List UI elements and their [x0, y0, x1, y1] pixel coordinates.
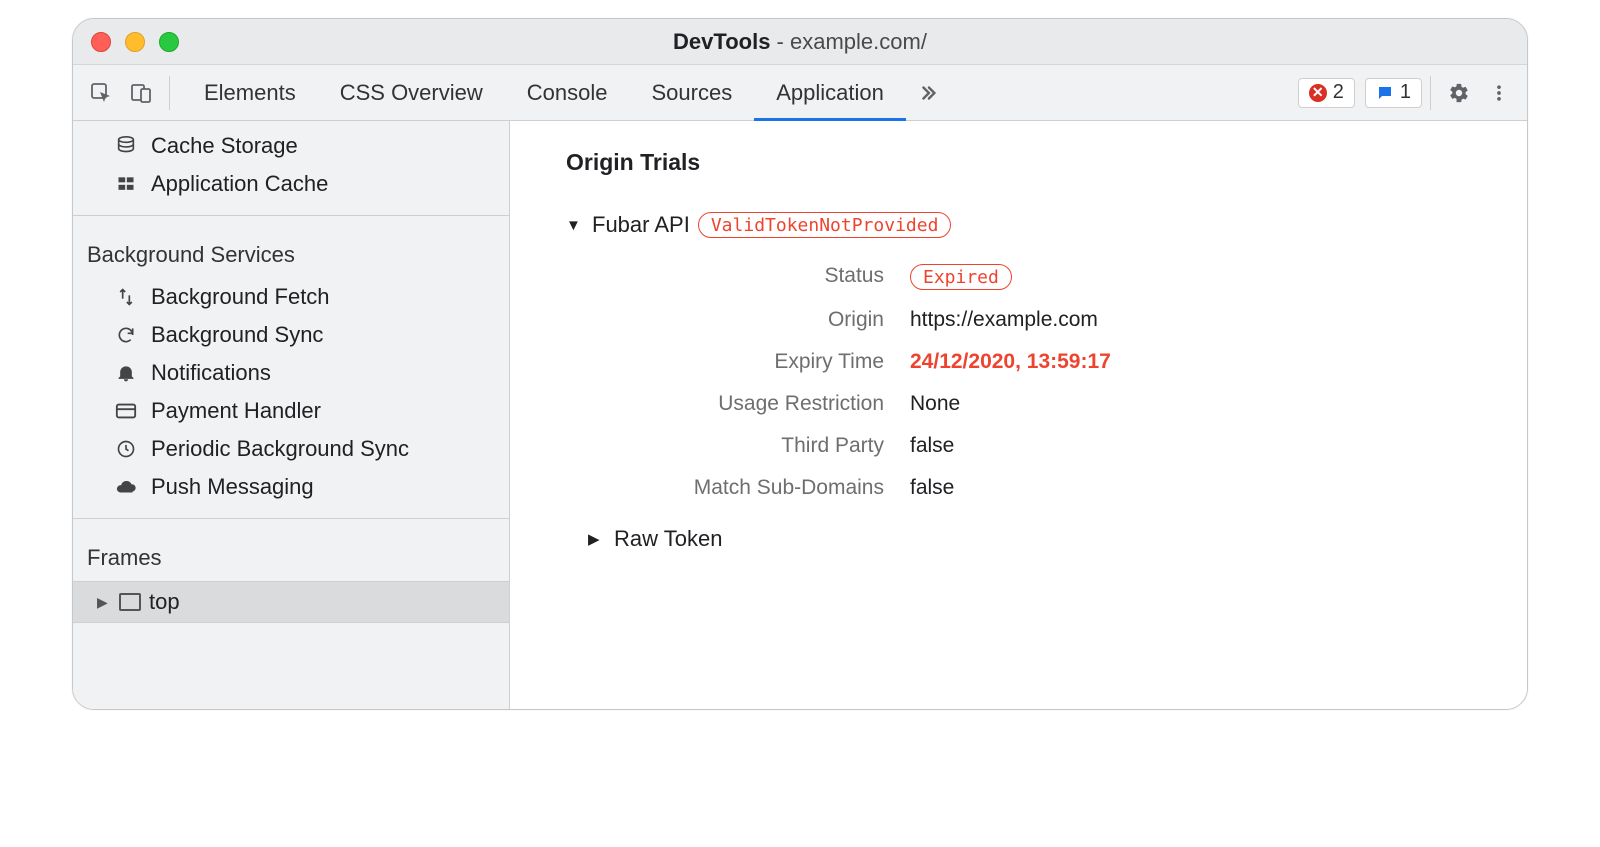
sidebar-item-periodic-background-sync[interactable]: Periodic Background Sync [73, 430, 509, 468]
application-sidebar: Cache Storage Application Cache Backgrou… [73, 121, 510, 709]
sidebar-item-frame-top[interactable]: ▶ top [73, 581, 509, 623]
kv-value-match-subdomains: false [910, 476, 1481, 500]
divider [73, 518, 509, 519]
origin-trials-panel: Origin Trials ▼ Fubar API ValidTokenNotP… [510, 121, 1527, 709]
kv-value-expiry: 24/12/2020, 13:59:17 [910, 350, 1481, 374]
sidebar-item-cache-storage[interactable]: Cache Storage [73, 127, 509, 165]
kv-label: Status [584, 264, 884, 290]
tab-elements[interactable]: Elements [182, 65, 318, 121]
devtools-window: DevTools - example.com/ Elements CSS Ove… [72, 18, 1528, 710]
issue-icon [1376, 84, 1394, 102]
bell-icon [113, 363, 139, 383]
error-icon: ✕ [1309, 84, 1327, 102]
raw-token-label: Raw Token [614, 526, 722, 552]
sidebar-item-label: Notifications [151, 360, 271, 386]
kv-value-origin: https://example.com [910, 308, 1481, 332]
sync-icon [113, 325, 139, 345]
sidebar-item-background-sync[interactable]: Background Sync [73, 316, 509, 354]
kv-value-usage-restriction: None [910, 392, 1481, 416]
status-pill: Expired [910, 264, 1012, 290]
panel-title: Origin Trials [566, 149, 1481, 176]
trial-row[interactable]: ▼ Fubar API ValidTokenNotProvided [566, 212, 1481, 238]
sidebar-item-application-cache[interactable]: Application Cache [73, 165, 509, 203]
zoom-window-button[interactable] [159, 32, 179, 52]
sidebar-item-payment-handler[interactable]: Payment Handler [73, 392, 509, 430]
toolbar-tabstrip: Elements CSS Overview Console Sources Ap… [73, 65, 1527, 121]
sidebar-item-notifications[interactable]: Notifications [73, 354, 509, 392]
kv-label: Origin [584, 308, 884, 332]
settings-icon[interactable] [1439, 73, 1479, 113]
kv-label: Expiry Time [584, 350, 884, 374]
sidebar-item-label: Periodic Background Sync [151, 436, 409, 462]
kebab-menu-icon[interactable] [1479, 73, 1519, 113]
kv-label: Match Sub-Domains [584, 476, 884, 500]
sidebar-item-label: Application Cache [151, 171, 328, 197]
sidebar-item-label: top [149, 589, 180, 615]
window-title: DevTools - example.com/ [73, 29, 1527, 55]
tab-console[interactable]: Console [505, 65, 630, 121]
token-status-pill: ValidTokenNotProvided [698, 212, 952, 238]
cloud-icon [113, 476, 139, 498]
disclosure-triangle-icon: ▶ [97, 594, 111, 611]
kv-label: Third Party [584, 434, 884, 458]
close-window-button[interactable] [91, 32, 111, 52]
sidebar-item-label: Payment Handler [151, 398, 321, 424]
divider [73, 215, 509, 216]
sidebar-heading-frames: Frames [73, 531, 509, 581]
disclosure-triangle-icon: ▼ [566, 217, 584, 234]
divider [169, 76, 170, 110]
sidebar-item-background-fetch[interactable]: Background Fetch [73, 278, 509, 316]
raw-token-row[interactable]: ▶ Raw Token [588, 526, 1481, 552]
sidebar-item-label: Background Fetch [151, 284, 330, 310]
sidebar-item-push-messaging[interactable]: Push Messaging [73, 468, 509, 506]
db-stack-icon [113, 135, 139, 157]
fetch-arrows-icon [113, 287, 139, 307]
tab-css-overview[interactable]: CSS Overview [318, 65, 505, 121]
tab-application[interactable]: Application [754, 65, 906, 121]
sidebar-heading-bgservices: Background Services [73, 228, 509, 278]
trial-name: Fubar API [592, 212, 690, 238]
toggle-device-icon[interactable] [121, 73, 161, 113]
disclosure-triangle-icon: ▶ [588, 530, 606, 548]
issues-counter[interactable]: 1 [1365, 78, 1422, 108]
kv-value-third-party: false [910, 434, 1481, 458]
clock-icon [113, 439, 139, 459]
kv-value-status: Expired [910, 264, 1481, 290]
sidebar-item-label: Cache Storage [151, 133, 298, 159]
kv-label: Usage Restriction [584, 392, 884, 416]
frame-icon [119, 593, 141, 611]
errors-counter[interactable]: ✕ 2 [1298, 78, 1355, 108]
titlebar: DevTools - example.com/ [73, 19, 1527, 65]
divider [1430, 76, 1431, 110]
sidebar-item-label: Push Messaging [151, 474, 314, 500]
credit-card-icon [113, 400, 139, 422]
grid-icon [113, 174, 139, 194]
tab-sources[interactable]: Sources [629, 65, 754, 121]
minimize-window-button[interactable] [125, 32, 145, 52]
trial-details-grid: Status Expired Origin https://example.co… [584, 264, 1481, 500]
sidebar-item-label: Background Sync [151, 322, 323, 348]
inspect-element-icon[interactable] [81, 73, 121, 113]
more-tabs-icon[interactable] [906, 73, 950, 113]
